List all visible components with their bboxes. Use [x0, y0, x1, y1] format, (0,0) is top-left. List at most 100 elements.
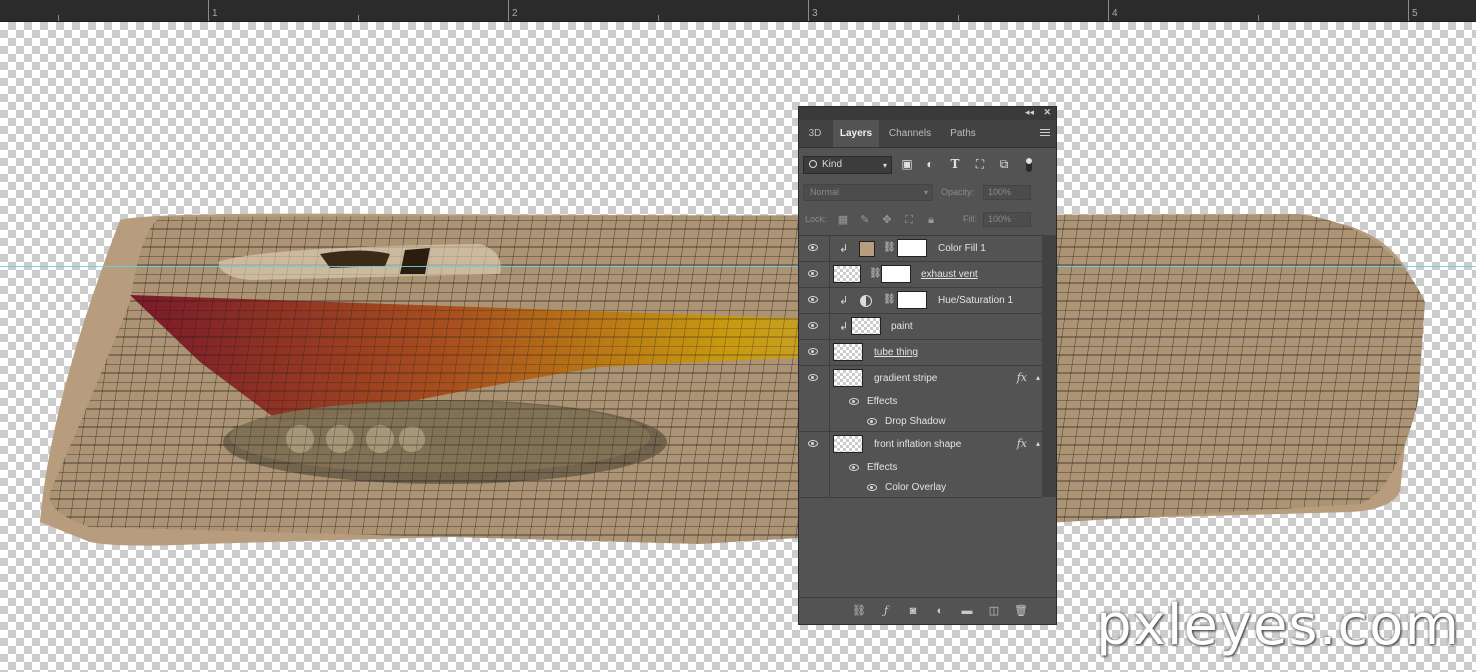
ruler-tick [1408, 0, 1409, 21]
panel-tabs: 3D Layers Channels Paths [799, 120, 1056, 148]
add-mask-icon[interactable]: ◙ [906, 604, 920, 618]
filter-toggle[interactable] [1026, 158, 1032, 172]
layer-thumbnail[interactable] [833, 435, 863, 453]
filter-kind-select[interactable]: Kind ▾ [803, 156, 892, 174]
layer-row[interactable]: ↲ ⛓ Hue/Saturation 1 [799, 288, 1042, 314]
layer-name: front inflation shape [874, 439, 962, 450]
opacity-value: 100% [988, 187, 1012, 197]
panel-bottom-toolbar: ⛓ ƒ ◙ ◐ ▬ ◫ 🗑︎ [799, 597, 1056, 624]
filter-kind-value: Kind [822, 159, 843, 170]
new-adjustment-icon[interactable]: ◐ [933, 604, 947, 618]
guide-line[interactable] [0, 266, 1476, 267]
tab-channels[interactable]: Channels [881, 120, 939, 147]
layer-thumbnail[interactable] [851, 317, 881, 335]
close-icon[interactable]: ✕ [1043, 107, 1051, 118]
image-filter-icon[interactable]: ▣ [900, 157, 914, 171]
adjustment-filter-icon[interactable]: ◐ [923, 157, 937, 171]
smart-object-filter-icon[interactable]: ⧉ [997, 157, 1011, 171]
shape-filter-icon[interactable]: ⛶ [973, 157, 987, 171]
layer-name: gradient stripe [874, 373, 938, 384]
new-layer-icon[interactable]: ◫ [987, 604, 1001, 618]
new-group-icon[interactable]: ▬ [960, 604, 974, 618]
chevron-up-icon[interactable]: ▴ [1036, 439, 1040, 448]
visibility-eye-icon[interactable] [808, 296, 818, 303]
layer-thumbnail[interactable] [833, 369, 863, 387]
watermark: pxleyes.com [1096, 593, 1460, 658]
visibility-eye-icon[interactable] [808, 244, 818, 251]
type-filter-icon[interactable]: T [948, 157, 962, 171]
fx-icon[interactable]: fx [1017, 371, 1027, 384]
visibility-eye-icon[interactable] [867, 484, 877, 491]
fill-field[interactable]: 100% [983, 212, 1031, 227]
visibility-eye-icon[interactable] [849, 398, 859, 405]
layer-list: ↲ ⛓ Color Fill 1 ⛓ exhaust vent ↲ ⛓ Hue/… [799, 235, 1042, 498]
visibility-eye-icon[interactable] [808, 348, 818, 355]
visibility-eye-icon[interactable] [849, 464, 859, 471]
trash-icon[interactable]: 🗑︎ [1014, 604, 1028, 618]
effect-item-row[interactable]: Drop Shadow [799, 412, 1042, 432]
effects-row[interactable]: Effects [799, 458, 1042, 478]
ruler-label: 1 [212, 8, 218, 19]
blend-mode-value: Normal [810, 187, 840, 197]
blend-mode-select[interactable]: Normal ▾ [803, 184, 933, 201]
adjustment-icon[interactable] [860, 295, 872, 307]
layer-thumbnail[interactable] [833, 343, 863, 361]
visibility-eye-icon[interactable] [808, 270, 818, 277]
visibility-eye-icon[interactable] [808, 440, 818, 447]
visibility-eye-icon[interactable] [867, 418, 877, 425]
link-icon[interactable]: ⛓ [869, 268, 882, 280]
opacity-field[interactable]: 100% [983, 185, 1031, 200]
layer-name: exhaust vent [921, 269, 978, 280]
mask-thumbnail[interactable] [897, 291, 927, 309]
layer-name: Color Fill 1 [938, 243, 986, 254]
tab-layers[interactable]: Layers [833, 120, 879, 147]
clip-arrow-icon: ↲ [839, 243, 849, 255]
ruler-tick [508, 0, 509, 21]
layers-panel[interactable]: ◂◂ ✕ 3D Layers Channels Paths Kind ▾ ▣ ◐… [798, 106, 1057, 625]
layer-name: Hue/Saturation 1 [938, 295, 1014, 306]
link-icon[interactable]: ⛓ [883, 242, 896, 254]
layer-row[interactable]: front inflation shape fx ▴ [799, 432, 1042, 458]
ruler-label: 3 [812, 8, 818, 19]
document-canvas[interactable]: pxleyes.com [0, 22, 1476, 672]
panel-menu-icon[interactable] [1040, 129, 1050, 138]
link-layers-icon[interactable]: ⛓ [852, 604, 866, 618]
panel-titlebar[interactable]: ◂◂ ✕ [799, 107, 1056, 120]
ruler-tick [208, 0, 209, 21]
effects-label: Effects [867, 396, 898, 407]
effect-item-row[interactable]: Color Overlay [799, 478, 1042, 498]
mask-thumbnail[interactable] [881, 265, 911, 283]
collapse-icon[interactable]: ◂◂ [1025, 107, 1034, 118]
search-icon [809, 160, 817, 168]
tab-3d[interactable]: 3D [799, 120, 831, 147]
effect-name: Color Overlay [885, 482, 947, 493]
lock-all-icon[interactable]: 🔒︎ [925, 214, 937, 226]
wireframe-artwork [40, 213, 1425, 546]
effect-name: Drop Shadow [885, 416, 946, 427]
opacity-label: Opacity: [941, 187, 975, 197]
layer-name: tube thing [874, 347, 918, 358]
lock-position-icon[interactable]: ✥ [881, 214, 893, 226]
clip-arrow-icon: ↲ [839, 321, 849, 333]
layer-row[interactable]: tube thing [799, 340, 1042, 366]
chevron-up-icon[interactable]: ▴ [1036, 373, 1040, 382]
fill-swatch-thumbnail[interactable] [859, 241, 875, 257]
fx-icon[interactable]: fx [1017, 437, 1027, 450]
visibility-eye-icon[interactable] [808, 322, 818, 329]
layer-row[interactable]: ↲ paint [799, 314, 1042, 340]
visibility-eye-icon[interactable] [808, 374, 818, 381]
lock-artboard-icon[interactable]: ⛶ [903, 214, 915, 226]
layer-thumbnail[interactable] [833, 265, 861, 283]
lock-brush-icon[interactable]: ✎ [859, 214, 871, 226]
horizontal-ruler[interactable]: 1 2 3 4 5 [0, 0, 1476, 22]
tab-paths[interactable]: Paths [941, 120, 985, 147]
layer-row[interactable]: ↲ ⛓ Color Fill 1 [799, 236, 1042, 262]
add-style-icon[interactable]: ƒ [879, 604, 893, 618]
layer-list-scrollbar[interactable] [1042, 235, 1056, 497]
layer-row[interactable]: ⛓ exhaust vent [799, 262, 1042, 288]
effects-row[interactable]: Effects [799, 392, 1042, 412]
link-icon[interactable]: ⛓ [883, 294, 896, 306]
layer-row[interactable]: gradient stripe fx ▴ [799, 366, 1042, 392]
mask-thumbnail[interactable] [897, 239, 927, 257]
lock-transparent-icon[interactable]: ▦ [837, 214, 849, 226]
